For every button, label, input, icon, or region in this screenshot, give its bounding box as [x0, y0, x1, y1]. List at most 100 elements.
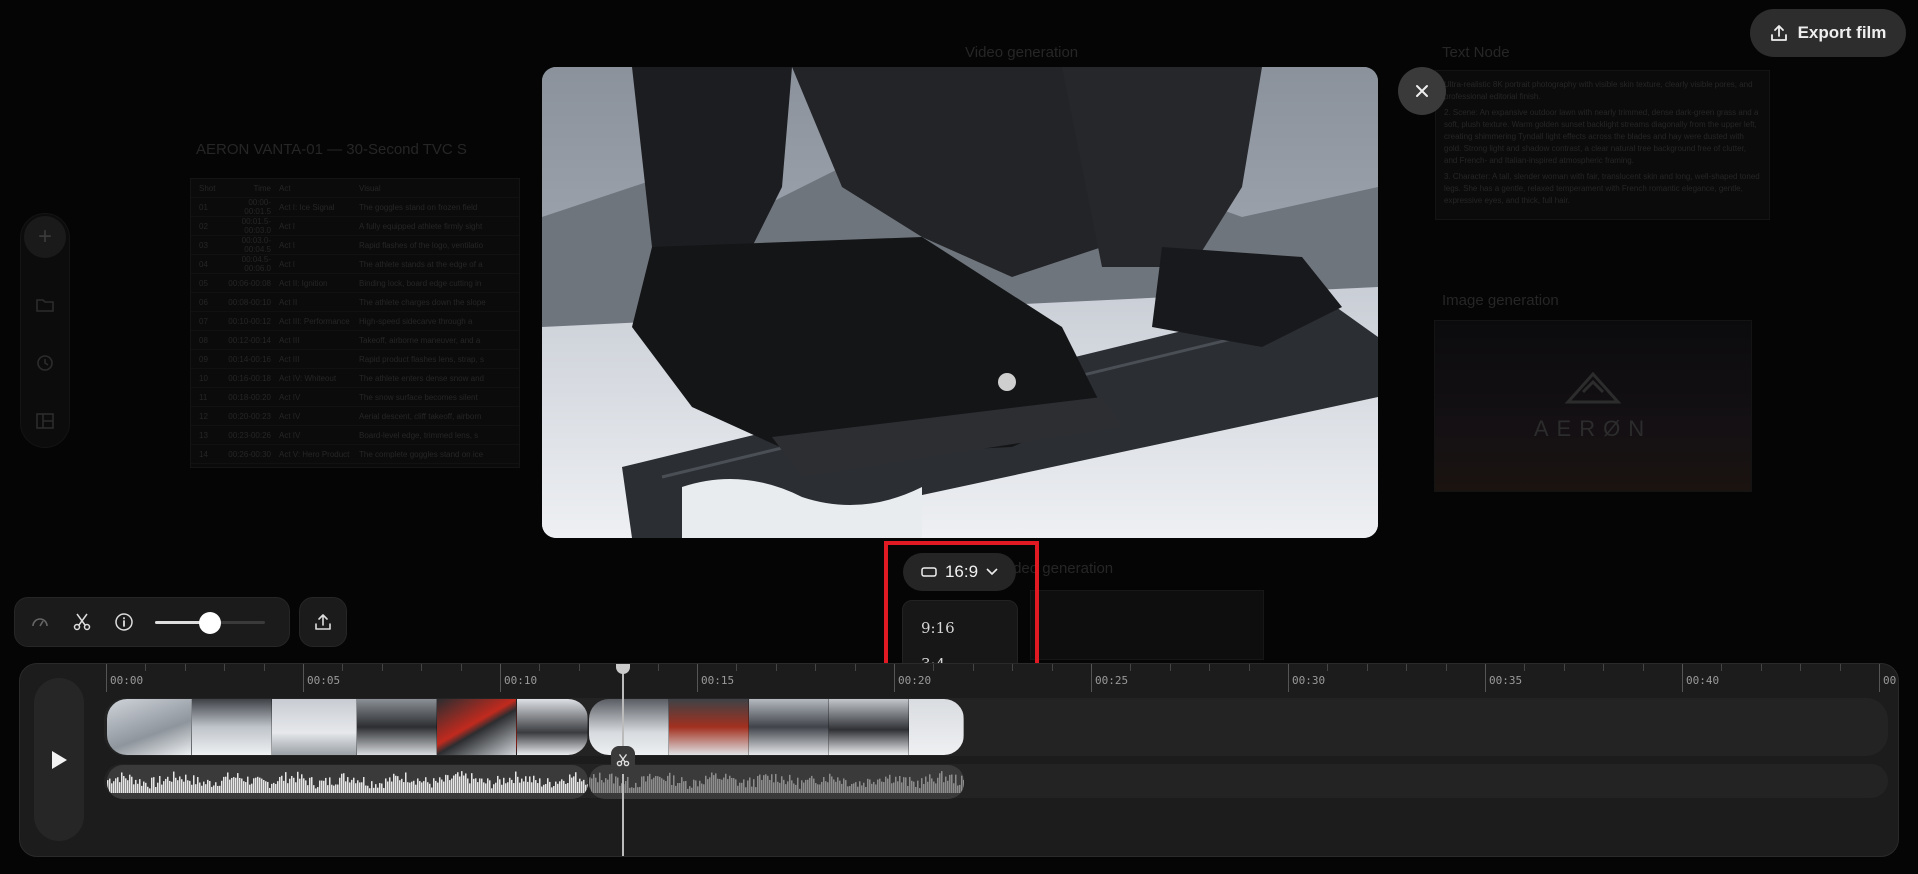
ruler-minor-tick	[972, 664, 974, 671]
ruler-minor-tick	[1366, 664, 1368, 671]
folder-icon[interactable]	[24, 284, 66, 326]
ruler-time-label: 00:40	[1686, 674, 1720, 687]
ruler-major-tick	[1879, 664, 1880, 692]
bg-table-row: 13 00:23-00:26 Act IV Board-level edge, tri…	[191, 426, 519, 445]
bg-table-title: AERON VANTA-01 — 30-Second TVC S	[196, 141, 467, 158]
ruler-minor-tick	[578, 664, 580, 671]
bg-image-card: AERØN	[1434, 320, 1752, 492]
add-node-button[interactable]: +	[24, 216, 66, 258]
bg-text-node: Ultra-realistic 8K portrait photography …	[1435, 70, 1770, 220]
speed-icon[interactable]	[29, 611, 51, 633]
aspect-ratio-dropdown[interactable]: 16:9	[903, 553, 1016, 591]
ruler-minor-tick	[1209, 664, 1211, 671]
ruler-minor-tick	[657, 664, 659, 671]
bg-video2-title: Video generation	[1000, 560, 1114, 577]
ruler-major-tick	[106, 664, 107, 692]
bg-table-row: 01 00:00-00:01.5 Act I: Ice Signal The gogg…	[191, 198, 519, 217]
aspect-ratio-icon	[921, 567, 937, 577]
ruler-time-label: 00:00	[110, 674, 144, 687]
bg-table-row: 03 00:03.0-00:04.5 Act I Rapid flashes of t…	[191, 236, 519, 255]
ruler-major-tick	[303, 664, 304, 692]
video-clip[interactable]	[589, 699, 964, 755]
timeline-ruler[interactable]: 00:00 00:05 00:10 00:15 00:20 00:25 00:30 00:35…	[106, 664, 1898, 692]
layout-icon[interactable]	[24, 400, 66, 442]
ruler-minor-tick	[539, 664, 541, 671]
ruler-time-label: 00:10	[504, 674, 538, 687]
info-icon[interactable]	[113, 611, 135, 633]
ruler-minor-tick	[1169, 664, 1171, 671]
ruler-minor-tick	[342, 664, 344, 671]
upload-icon	[315, 614, 331, 630]
bg-table-row: 08 00:12-00:14 Act III Takeoff, airborne ma…	[191, 331, 519, 350]
snowboard-boot-image	[542, 67, 1378, 538]
share-upload-button[interactable]	[299, 597, 347, 647]
ruler-minor-tick	[1327, 664, 1329, 671]
chevron-down-icon	[986, 568, 998, 576]
ruler-major-tick	[1091, 664, 1092, 692]
ruler-minor-tick	[224, 664, 226, 671]
ruler-minor-tick	[1248, 664, 1250, 671]
ruler-time-label: 00:15	[701, 674, 735, 687]
mountain-logo-icon	[1564, 371, 1622, 404]
ruler-major-tick	[697, 664, 698, 692]
ruler-minor-tick	[1800, 664, 1802, 671]
bg-video-card	[1030, 590, 1264, 660]
ruler-minor-tick	[1760, 664, 1762, 671]
bg-table-row: Shot Time Act Visual	[191, 179, 519, 198]
video-preview[interactable]	[542, 67, 1378, 538]
history-icon[interactable]	[24, 342, 66, 384]
ruler-minor-tick	[854, 664, 856, 671]
bg-table-row: 05 00:06-00:08 Act II: Ignition Binding loc…	[191, 274, 519, 293]
aspect-option[interactable]: 9:16	[911, 611, 1009, 644]
ruler-minor-tick	[1721, 664, 1723, 671]
ruler-time-label: 00:45	[1883, 674, 1898, 687]
ruler-minor-tick	[263, 664, 265, 671]
ruler-time-label: 00:05	[307, 674, 341, 687]
ruler-minor-tick	[1445, 664, 1447, 671]
bg-table-row: 10 00:16-00:18 Act IV: Whiteout The athlete…	[191, 369, 519, 388]
ruler-minor-tick	[775, 664, 777, 671]
bg-shot-table: Shot Time Act Visual 01 00:00-00:01.5 Act I: I…	[190, 178, 520, 468]
ruler-minor-tick	[421, 664, 423, 671]
bg-text-paragraph: 3. Character: A tall, slender woman with…	[1444, 172, 1760, 205]
export-film-button[interactable]: Export film	[1750, 9, 1906, 57]
ruler-minor-tick	[1839, 664, 1841, 671]
bg-video-gen-title: Video generation	[965, 44, 1079, 61]
ruler-minor-tick	[1012, 664, 1014, 671]
ruler-major-tick	[894, 664, 895, 692]
bg-table-row: 14 00:26-00:30 Act V: Hero Product The comp…	[191, 445, 519, 464]
ruler-minor-tick	[1603, 664, 1605, 671]
close-preview-button[interactable]	[1398, 67, 1446, 115]
ruler-time-label: 00:25	[1095, 674, 1129, 687]
zoom-slider[interactable]	[155, 612, 265, 634]
play-button[interactable]	[34, 678, 84, 841]
ruler-minor-tick	[460, 664, 462, 671]
ruler-minor-tick	[1524, 664, 1526, 671]
export-film-label: Export film	[1797, 23, 1887, 42]
play-icon	[52, 750, 67, 769]
close-icon	[1416, 85, 1428, 97]
bg-image-logo: AERØN	[1533, 416, 1653, 441]
bg-table-row: 11 00:18-00:20 Act IV The snow surface beco…	[191, 388, 519, 407]
ruler-minor-tick	[1406, 664, 1408, 671]
bg-table-row: 06 00:08-00:10 Act II The athlete charges d…	[191, 293, 519, 312]
audio-waveform[interactable]	[589, 765, 964, 799]
ruler-minor-tick	[184, 664, 186, 671]
bg-image-gen-title: Image generation	[1442, 292, 1559, 309]
bg-table-row: 04 00:04.5-00:06.0 Act I The athlete stands…	[191, 255, 519, 274]
ruler-time-label: 00:20	[898, 674, 932, 687]
ruler-minor-tick	[933, 664, 935, 671]
zoom-slider-knob[interactable]	[199, 612, 221, 634]
scissors-icon	[616, 753, 630, 767]
scissors-icon[interactable]	[71, 611, 93, 633]
split-clip-button[interactable]	[611, 746, 635, 774]
bg-table-row: 09 00:14-00:16 Act III Rapid product flashe…	[191, 350, 519, 369]
timeline-toolbar	[14, 597, 290, 647]
video-clip[interactable]	[107, 699, 588, 755]
audio-waveform[interactable]	[107, 765, 588, 799]
ruler-major-tick	[1288, 664, 1289, 692]
ruler-major-tick	[1485, 664, 1486, 692]
bg-table-row: 07 00:10-00:12 Act III: Performance High-sp…	[191, 312, 519, 331]
upload-icon	[1770, 25, 1787, 41]
left-rail: +	[20, 213, 70, 448]
